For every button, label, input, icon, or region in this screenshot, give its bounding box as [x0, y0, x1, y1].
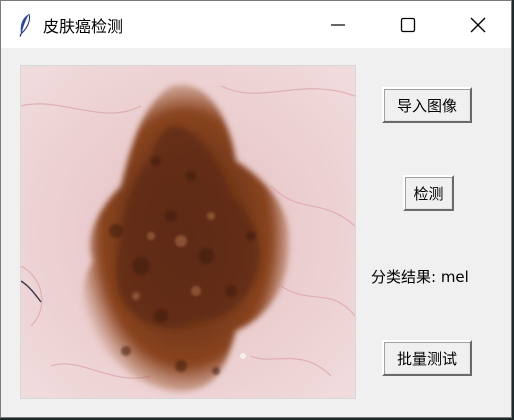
import-image-button[interactable]: 导入图像	[382, 87, 472, 123]
close-button[interactable]	[443, 1, 511, 48]
maximize-icon	[400, 17, 416, 32]
batch-test-button[interactable]: 批量测试	[382, 340, 472, 376]
minimize-button[interactable]	[303, 1, 373, 48]
close-icon	[470, 17, 486, 32]
title-bar[interactable]: 皮肤癌检测	[1, 1, 511, 48]
feather-icon	[15, 13, 35, 37]
lesion-image-preview	[20, 65, 356, 399]
main-content: 导入图像 检测 分类结果: mel 批量测试	[1, 48, 511, 417]
minimize-icon	[331, 23, 345, 26]
detect-button[interactable]: 检测	[403, 175, 454, 211]
window-title: 皮肤癌检测	[43, 16, 124, 36]
maximize-button[interactable]	[373, 1, 443, 48]
app-window: 皮肤癌检测 导入图像 检测 分类结果: mel 批量测试	[0, 0, 512, 418]
classification-result-label: 分类结果: mel	[371, 268, 469, 286]
dermoscopy-image	[21, 66, 355, 398]
